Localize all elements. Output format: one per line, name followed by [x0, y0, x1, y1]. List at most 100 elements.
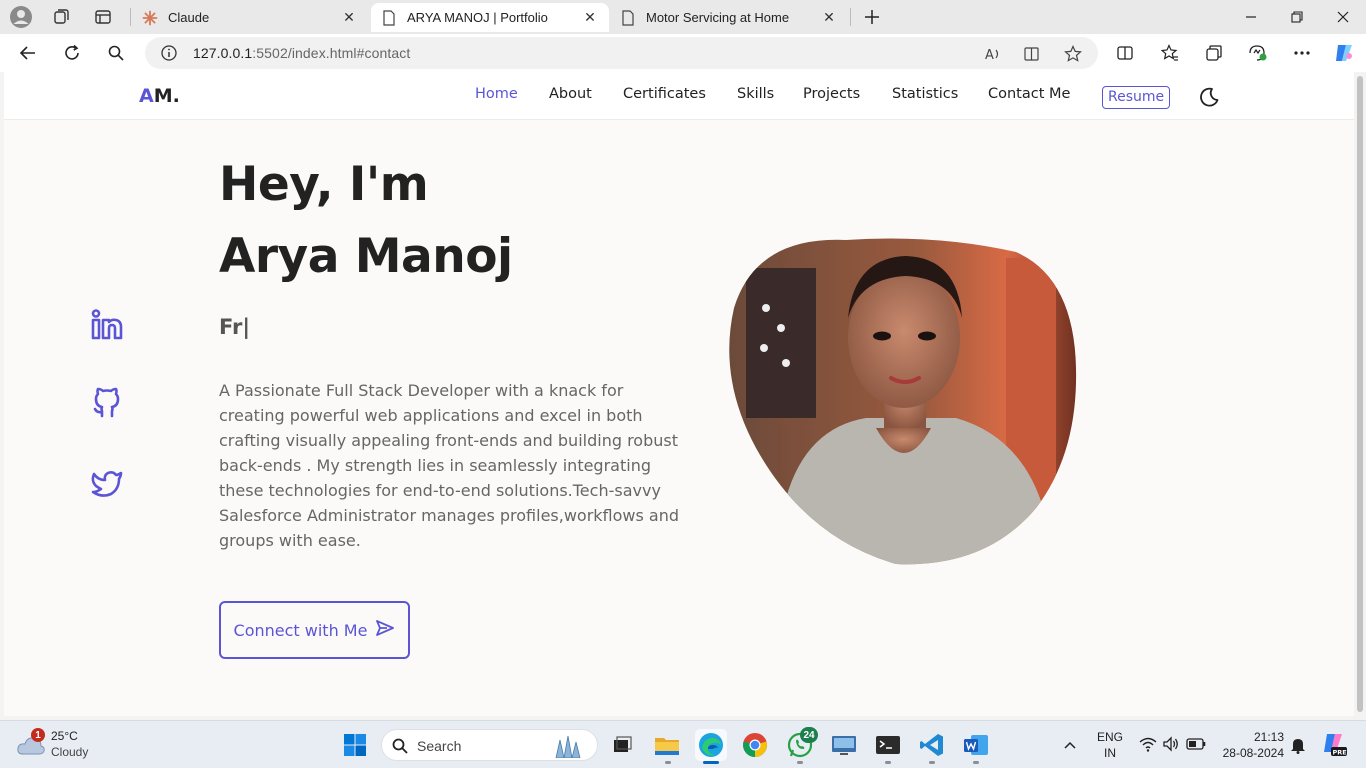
page-favicon-icon	[381, 9, 397, 26]
terminal-icon[interactable]	[872, 729, 904, 761]
taskbar-search-box[interactable]: Search	[381, 729, 598, 761]
file-explorer-icon[interactable]	[651, 729, 683, 761]
tab-separator	[850, 8, 851, 26]
windows-taskbar: 1 25°C Cloudy Search 24 ENG IN 21:13 28-…	[0, 720, 1366, 768]
new-tab-plus-icon[interactable]	[860, 5, 884, 29]
vscode-icon[interactable]	[916, 729, 948, 761]
scrollbar-thumb[interactable]	[1357, 76, 1363, 712]
read-aloud-icon[interactable]: A	[982, 43, 1004, 65]
back-arrow-icon[interactable]	[14, 39, 42, 67]
edge-browser-icon[interactable]	[695, 729, 727, 761]
site-header: AM. Home About Certificates Skills Proje…	[4, 72, 1354, 120]
vertical-tabs-icon[interactable]	[90, 5, 116, 29]
restore-icon[interactable]	[1274, 4, 1320, 30]
show-hidden-icons-chevron-icon[interactable]	[1063, 737, 1077, 755]
hero-name: Arya Manoj	[219, 229, 513, 284]
wifi-icon[interactable]	[1139, 736, 1157, 757]
url-path: :5502/index.html#contact	[252, 45, 411, 61]
clock-date[interactable]: 28-08-2024	[1214, 746, 1284, 760]
svg-text:A: A	[985, 48, 994, 62]
weather-condition: Cloudy	[51, 745, 89, 759]
browser-essentials-icon[interactable]	[1244, 39, 1272, 67]
clock-time[interactable]: 21:13	[1214, 730, 1284, 744]
browser-tab-strip: Claude ✕ ARYA MANOJ | Portfolio ✕ Motor …	[0, 0, 1366, 34]
running-indicator	[797, 761, 803, 764]
language-bottom[interactable]: IN	[1094, 746, 1126, 760]
address-bar[interactable]: 127.0.0.1:5502/index.html#contact A	[145, 37, 1098, 69]
active-app-indicator	[703, 761, 719, 764]
tab-title: Motor Servicing at Home	[646, 10, 790, 25]
tab-separator	[130, 8, 131, 26]
svg-text:PRE: PRE	[1333, 749, 1347, 757]
nav-certificates[interactable]: Certificates	[623, 86, 706, 102]
taskbar-search-icon	[392, 738, 408, 759]
connect-with-me-button[interactable]: Connect with Me	[219, 601, 410, 659]
remote-desktop-icon[interactable]	[828, 729, 860, 761]
copilot-pre-icon[interactable]: PRE	[1321, 731, 1347, 762]
close-tab-icon[interactable]: ✕	[820, 9, 838, 26]
browser-toolbar: 127.0.0.1:5502/index.html#contact A	[0, 34, 1366, 72]
search-icon[interactable]	[102, 39, 130, 67]
connect-label: Connect with Me	[233, 620, 368, 640]
volume-icon[interactable]	[1162, 736, 1180, 757]
page-viewport: AM. Home About Certificates Skills Proje…	[4, 72, 1354, 716]
task-view-icon[interactable]	[606, 729, 638, 761]
url-host: 127.0.0.1	[193, 45, 253, 61]
battery-icon[interactable]	[1186, 737, 1206, 755]
nav-statistics[interactable]: Statistics	[892, 86, 958, 102]
minimize-icon[interactable]	[1228, 4, 1274, 30]
logo-rest: M.	[153, 85, 180, 107]
profile-photo	[726, 238, 1078, 566]
language-top[interactable]: ENG	[1094, 730, 1126, 744]
chrome-icon[interactable]	[739, 729, 771, 761]
close-tab-icon[interactable]: ✕	[340, 9, 358, 26]
nav-projects[interactable]: Projects	[803, 86, 860, 102]
tab-claude[interactable]: Claude ✕	[132, 3, 368, 32]
more-options-icon[interactable]	[1288, 39, 1316, 67]
taskbar-search-label: Search	[417, 738, 462, 754]
workspaces-icon[interactable]	[48, 5, 74, 29]
page-favicon-icon	[620, 9, 636, 26]
tab-motor-servicing[interactable]: Motor Servicing at Home ✕	[610, 3, 848, 32]
nav-contact-me[interactable]: Contact Me	[988, 86, 1070, 102]
running-indicator	[973, 761, 979, 764]
running-indicator	[665, 761, 671, 764]
site-info-icon[interactable]	[161, 45, 177, 66]
hero-bio: A Passionate Full Stack Developer with a…	[219, 381, 680, 550]
favorite-star-icon[interactable]	[1062, 43, 1084, 65]
word-icon[interactable]	[960, 729, 992, 761]
tab-title: ARYA MANOJ | Portfolio	[407, 10, 548, 25]
immersive-reader-icon[interactable]	[1022, 43, 1044, 65]
twitter-icon[interactable]	[90, 467, 124, 501]
nav-home[interactable]: Home	[475, 86, 518, 102]
resume-button[interactable]: Resume	[1102, 86, 1171, 109]
tab-title: Claude	[168, 10, 210, 25]
weather-widget[interactable]: 1 25°C Cloudy	[16, 728, 136, 762]
site-logo[interactable]: AM.	[139, 85, 180, 107]
dark-mode-moon-icon[interactable]	[1198, 86, 1220, 108]
hero-greeting: Hey, I'm	[219, 157, 429, 212]
profile-icon[interactable]	[8, 5, 34, 29]
whatsapp-unread-badge: 24	[800, 727, 818, 743]
nav-skills[interactable]: Skills	[737, 86, 774, 102]
running-indicator	[929, 761, 935, 764]
github-icon[interactable]	[90, 386, 124, 420]
windows-start-icon[interactable]	[339, 729, 371, 761]
copilot-icon[interactable]	[1330, 39, 1358, 67]
page-scrollbar[interactable]	[1354, 72, 1366, 716]
collections-icon[interactable]	[1200, 39, 1228, 67]
reload-icon[interactable]	[58, 39, 86, 67]
notification-bell-icon[interactable]	[1290, 736, 1306, 759]
close-tab-icon[interactable]: ✕	[581, 9, 599, 26]
url-text: 127.0.0.1:5502/index.html#contact	[193, 45, 410, 61]
tab-portfolio[interactable]: ARYA MANOJ | Portfolio ✕	[371, 3, 609, 32]
favorites-icon[interactable]	[1156, 39, 1184, 67]
close-window-icon[interactable]	[1320, 4, 1366, 30]
nav-about[interactable]: About	[549, 86, 592, 102]
split-screen-icon[interactable]	[1111, 39, 1139, 67]
weather-alert-badge: 1	[31, 728, 45, 742]
linkedin-icon[interactable]	[90, 308, 124, 342]
typed-role-text: Fr|	[219, 315, 251, 339]
search-highlight-icon	[554, 734, 586, 763]
logo-accent: A	[139, 85, 154, 107]
